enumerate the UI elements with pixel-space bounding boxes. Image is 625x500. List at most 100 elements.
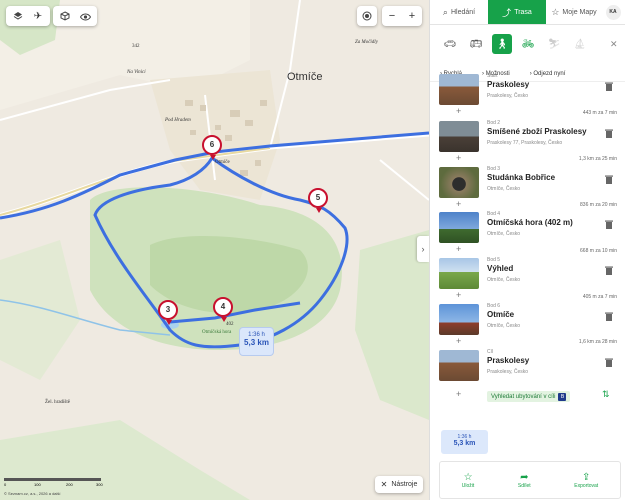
walk-mode-button[interactable]: 🚶︎ [492,34,512,54]
panel-collapse-handle[interactable]: › [417,236,429,262]
map-copyright[interactable]: © Seznam.cz, a.s., 2026 a další [4,491,61,496]
scale-tick-100: 100 [34,482,41,487]
route-stop[interactable]: Bod 3 Studánka Bobřice Otmíče, Česko [439,166,619,199]
tools-button[interactable]: ✕ Nástroje [375,476,423,493]
stop-photo [439,350,479,381]
stop-kind: Bod 4 [487,211,501,217]
plane-icon[interactable]: ✈ [28,11,48,22]
stop-photo [439,121,479,152]
ski-icon: ⛷︎ [547,38,561,50]
user-menu[interactable]: KA [602,0,624,24]
zoom-in-button[interactable]: + [402,10,422,22]
add-stop-button[interactable]: + [456,199,461,209]
stop-photo [439,304,479,335]
map-layer-group[interactable]: ✈ [6,6,50,26]
stop-name: Studánka Bobřice [487,173,556,182]
place-label-za-mocidly: Za Močidly [355,40,378,45]
route-marker-3[interactable]: 3 [158,300,178,325]
elevation-342: 342 [132,44,140,49]
trash-icon[interactable] [605,82,613,91]
tab-my-maps-label: Moje Mapy [562,8,597,16]
cube-3d-icon[interactable] [55,9,75,24]
stop-address: Otmíče, Česko [487,231,521,237]
trash-icon[interactable] [605,175,613,184]
reverse-route-icon[interactable]: ⇅ [602,389,610,400]
add-stop-button[interactable]: + [456,290,461,300]
segment-info: 836 m za 20 min [580,202,617,208]
add-stop-button[interactable]: + [456,106,461,116]
transport-modes: 🚗︎ 🚌︎ 🚶︎ 🚲︎ ⛷︎ ⛵︎ ✕ [430,33,625,55]
route-stop[interactable]: Cíl Praskolesy Praskolesy, Česko [439,349,619,382]
eye-icon[interactable] [75,9,95,24]
chevron-right-icon: › [421,244,425,254]
route-stop[interactable]: Start Praskolesy Praskolesy, Česko [439,73,619,106]
stop-name: Praskolesy [487,80,530,89]
add-stop-button[interactable]: + [456,389,461,399]
tab-my-maps[interactable]: ☆ Moje Mapy [546,0,602,24]
save-button[interactable]: ☆ Uložit [462,472,475,489]
accommodation-label: Vyhledat ubytování v cíli [491,393,556,400]
transit-mode-button[interactable]: 🚌︎ [466,34,486,54]
star-icon: ☆ [551,6,560,17]
car-mode-button[interactable]: 🚗︎ [440,34,460,54]
stop-address: Praskolesy 77, Praskolesy, Česko [487,140,563,146]
route-stop[interactable]: Bod 4 Otmíčská hora (402 m) Otmíče, Česk… [439,211,619,244]
zoom-controls[interactable]: − + [382,6,422,26]
trash-icon[interactable] [605,312,613,321]
export-icon: ⇪ [582,471,591,483]
locate-button[interactable] [357,6,377,26]
add-stop-button[interactable]: + [456,336,461,346]
summary-distance: 5,3 km [453,440,476,447]
route-marker-6[interactable]: 6 [202,135,222,160]
tools-label: Nástroje [391,481,418,488]
save-label: Uložit [461,482,475,489]
route-stop[interactable]: Bod 6 Otmíče Otmíče, Česko [439,303,619,336]
route-marker-4[interactable]: 4 [213,297,233,322]
bus-icon: 🚌︎ [469,38,483,50]
map[interactable]: Otmíče Za Močidly Na Vinici Pod Hradem 3… [0,0,429,500]
close-route-button[interactable]: ✕ [610,39,618,50]
trash-icon[interactable] [605,220,613,229]
route-icon: ⤴ [502,7,512,18]
route-bubble[interactable]: 1:36 h 5,3 km [239,327,274,356]
route-marker-5[interactable]: 5 [308,188,328,213]
stop-name: Smíšené zboží Praskolesy [487,127,587,136]
trash-icon[interactable] [605,358,613,367]
stop-photo [439,212,479,243]
village-label: Otmíče [215,160,230,165]
zoom-out-button[interactable]: − [382,10,402,22]
tab-route-label: Trasa [514,8,532,16]
bike-mode-button[interactable]: 🚲︎ [518,34,538,54]
hill-label: Otmíčská hora [202,330,232,335]
accommodation-search-button[interactable]: Vyhledat ubytování v cíli B [487,391,571,402]
close-icon: ✕ [610,38,618,49]
stop-photo [439,74,479,105]
stop-name: Výhled [487,264,514,273]
add-stop-button[interactable]: + [456,244,461,254]
layers-icon[interactable] [8,9,28,24]
avatar[interactable]: KA [605,4,621,20]
tab-route[interactable]: ⤴ Trasa [488,0,546,24]
walk-icon: 🚶︎ [495,38,509,50]
route-stop[interactable]: Bod 5 Výhled Otmíče, Česko [439,257,619,290]
map-canvas[interactable] [0,0,429,500]
car-icon: 🚗︎ [443,38,457,50]
segment-info: 443 m za 7 min [582,110,617,116]
stop-address: Otmíče, Česko [487,186,521,192]
share-button[interactable]: ➦ Sdílet [518,472,531,489]
trash-icon[interactable] [605,266,613,275]
route-stop[interactable]: Bod 2 Smíšené zboží Praskolesy Praskoles… [439,120,619,153]
map-view-group[interactable] [53,6,97,26]
trash-icon[interactable] [605,129,613,138]
export-button[interactable]: ⇪ Exportovat [574,472,598,489]
tab-search[interactable]: ⌕ Hledání [430,0,488,24]
place-label-pod-hradem: Pod Hradem [165,118,191,123]
export-label: Exportovat [574,482,599,489]
route-summary[interactable]: 1:36 h 5,3 km [441,430,488,454]
star-outline-icon: ☆ [463,471,473,483]
segment-info: 405 m za 7 min [582,294,617,300]
boat-mode-button[interactable]: ⛵︎ [570,34,590,54]
add-stop-button[interactable]: + [456,153,461,163]
tools-icon: ✕ [380,480,388,489]
ski-mode-button[interactable]: ⛷︎ [544,34,564,54]
